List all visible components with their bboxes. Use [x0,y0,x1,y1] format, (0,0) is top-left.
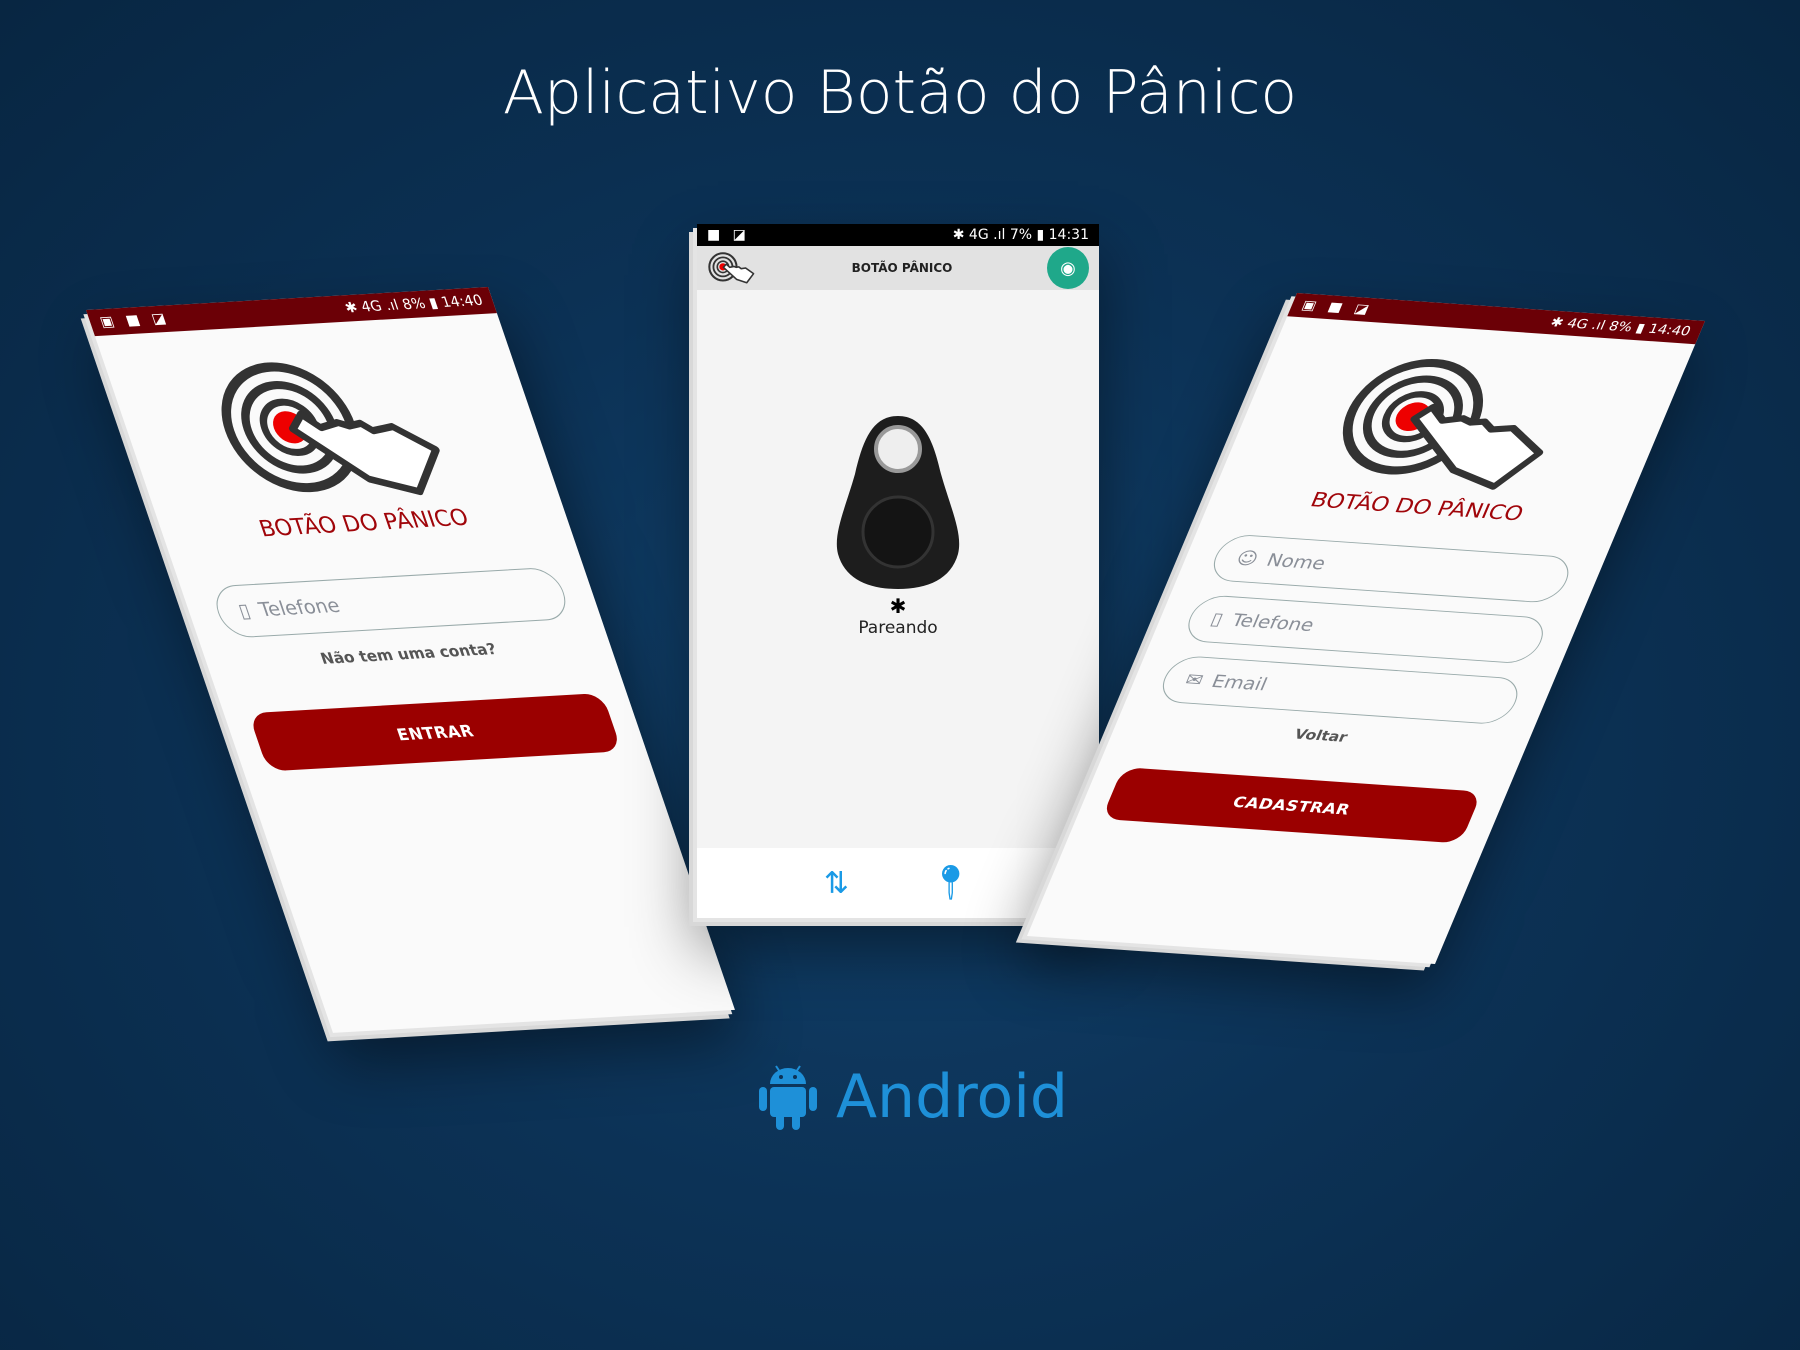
enter-button[interactable]: ENTRAR [248,692,623,772]
panic-button-logo [196,348,469,511]
page-title: Aplicativo Botão do Pânico [502,58,1298,128]
status-bar: ■ ◪ ✱ 4G .ıl 7% ▮ 14:31 [697,224,1099,246]
phone-icon: ▯ [235,599,254,623]
login-screen: ▣ ■ ◪ ✱ 4G .ıl 8% ▮ 14:40 BOTÃO DO PÂNICO… [86,287,735,1033]
pairing-status: ✱ Pareando [697,594,1099,638]
android-icon [759,1065,817,1130]
app-bar: BOTÃO PÂNICO ◉ [697,246,1099,290]
status-bar: ▣ ■ ◪ ✱ 4G .ıl 8% ▮ 14:40 [1287,293,1705,345]
app-title: BOTÃO PÂNICO [851,261,953,275]
location-pin-icon[interactable]: 📍︎ [929,863,972,903]
register-screen: ▣ ■ ◪ ✱ 4G .ıl 8% ▮ 14:40 BOTÃO DO PÂNICO… [1027,293,1705,964]
signal-icon: ◉ [1060,257,1076,279]
status-bar: ▣ ■ ◪ ✱ 4G .ıl 8% ▮ 14:40 [86,287,497,337]
platform-label: Android [758,1062,1068,1132]
phone-input[interactable]: ▯ Telefone [1180,594,1551,665]
bluetooth-icon: ✱ [889,594,907,618]
register-button[interactable]: CADASTRAR [1101,767,1483,844]
signup-link[interactable]: Não tem uma conta? [204,633,612,674]
app-logo-icon [708,252,755,284]
phone-icon: ▯ [1207,608,1227,630]
bluetooth-tag-device [836,416,960,589]
user-icon: ☺ [1232,548,1262,570]
wifi-signal-button[interactable]: ◉ [1046,247,1089,289]
transfer-arrows-icon[interactable]: ⇅ [824,866,849,901]
email-input[interactable]: ✉ Email [1154,654,1526,726]
email-icon: ✉ [1181,669,1207,691]
pairing-screen: ■ ◪ ✱ 4G .ıl 7% ▮ 14:31 BOTÃO PÂNICO ◉ ✱ … [697,224,1099,918]
panic-button-logo [1312,349,1593,498]
